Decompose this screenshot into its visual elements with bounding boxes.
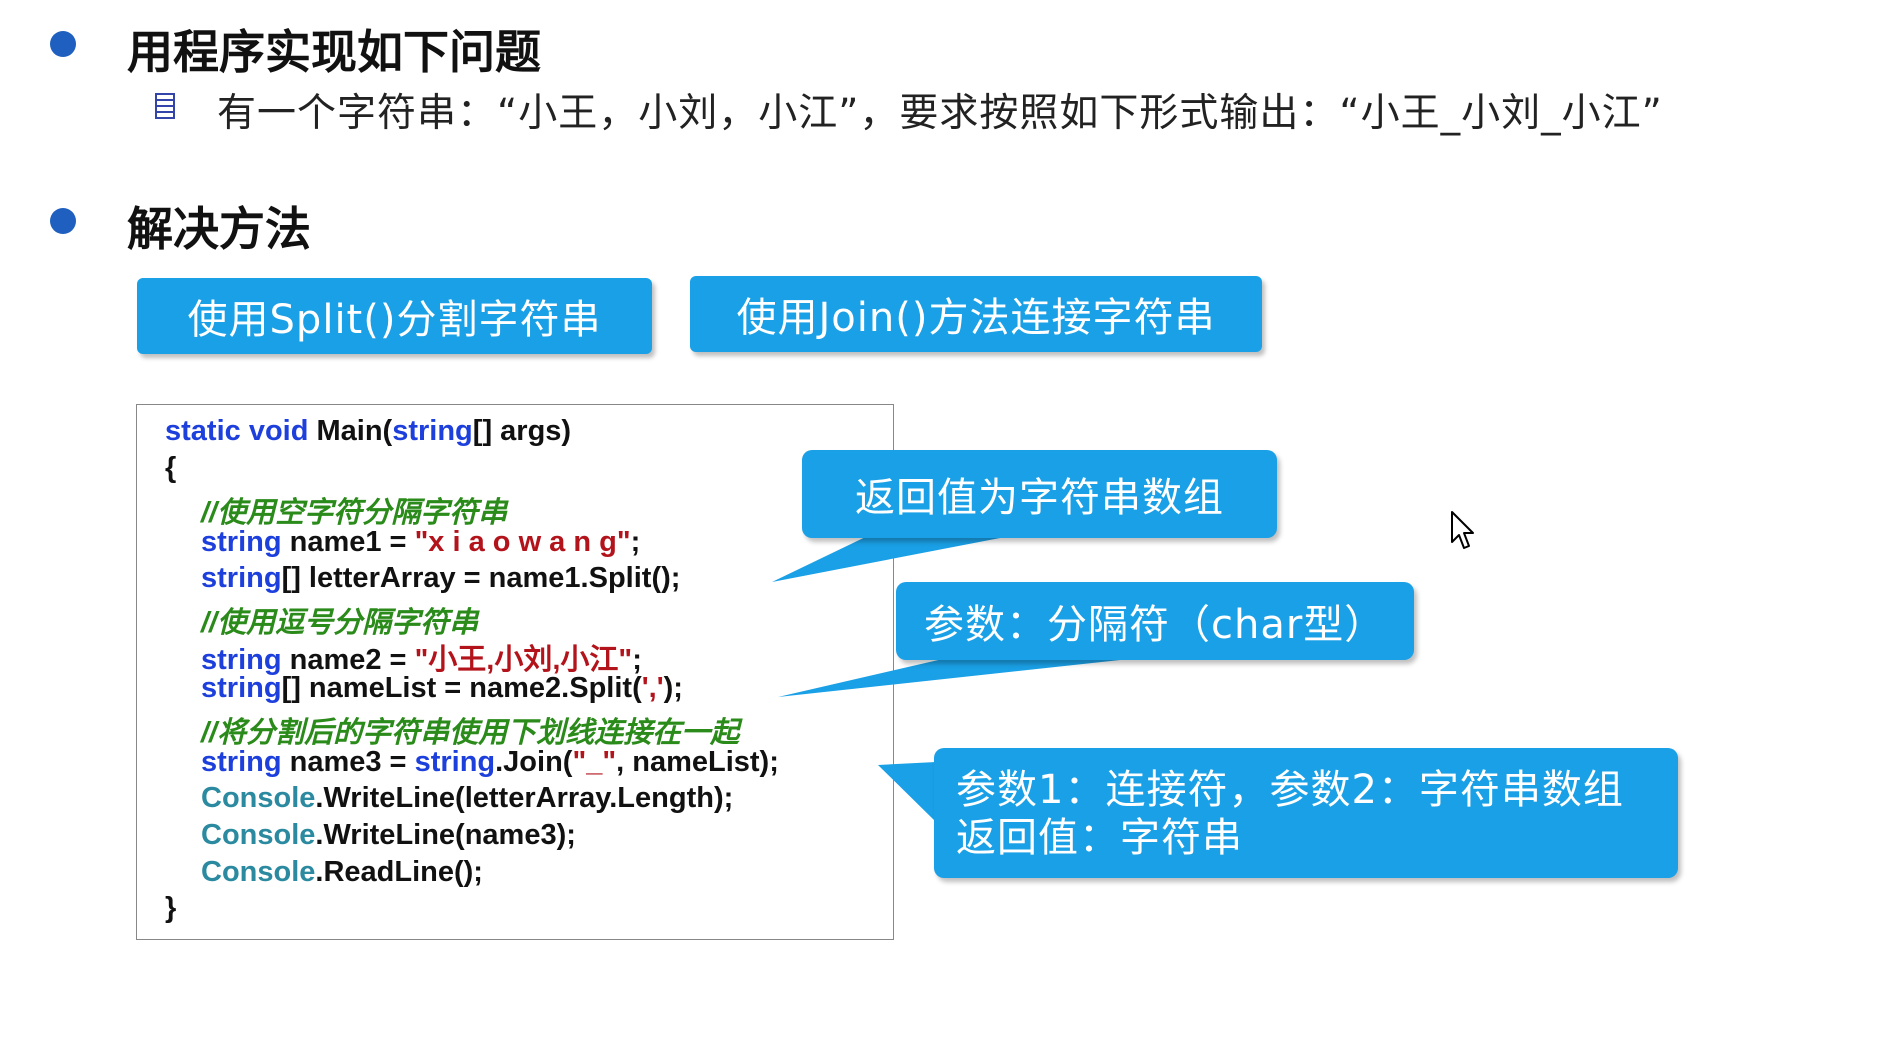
callout-join-param: 参数1：连接符，参数2：字符串数组 返回值：字符串 (934, 748, 1678, 878)
callout-return-value: 返回值为字符串数组 (802, 450, 1277, 538)
callout-split-param: 参数：分隔符（char型） (896, 582, 1414, 660)
callout-pointer-split (778, 655, 1120, 697)
callout-text: 返回值为字符串数组 (855, 475, 1224, 521)
mouse-cursor-icon (1451, 511, 1474, 549)
callout-pointer-join (878, 762, 936, 822)
callout-text: 参数1：连接符，参数2：字符串数组 (956, 767, 1624, 813)
callout-text: 返回值：字符串 (956, 815, 1243, 861)
slide: { "section1": { "heading": "用程序实现如下问题", … (0, 0, 1898, 1059)
callout-text: 参数：分隔符（char型） (924, 602, 1386, 648)
